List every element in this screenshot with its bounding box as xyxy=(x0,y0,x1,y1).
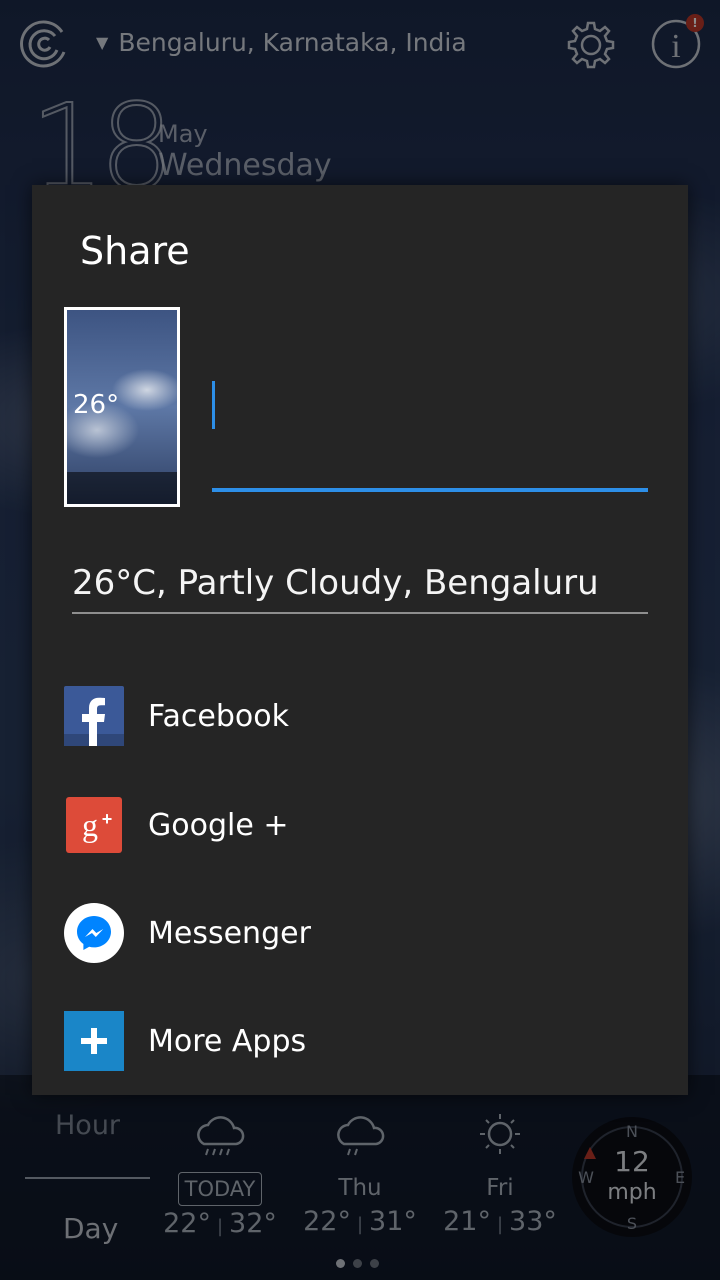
messenger-icon xyxy=(64,903,124,963)
preview-temperature: 26° xyxy=(73,390,120,420)
share-option-label: Google + xyxy=(148,807,289,843)
share-option-google-plus[interactable]: g + Google + xyxy=(64,794,654,856)
share-option-facebook[interactable]: Facebook xyxy=(64,685,654,747)
screenshot-preview[interactable]: 26° xyxy=(64,307,180,507)
share-option-more-apps[interactable]: More Apps xyxy=(64,1010,654,1072)
text-cursor xyxy=(212,381,215,429)
caption-underline xyxy=(72,612,648,614)
share-option-label: More Apps xyxy=(148,1023,307,1059)
share-option-label: Messenger xyxy=(148,915,311,951)
plus-icon xyxy=(64,1011,124,1071)
share-option-messenger[interactable]: Messenger xyxy=(64,902,654,964)
caption-field[interactable]: 26°C, Partly Cloudy, Bengaluru xyxy=(72,563,599,603)
google-plus-icon: g + xyxy=(66,797,122,853)
share-option-label: Facebook xyxy=(148,698,289,734)
facebook-icon xyxy=(64,686,124,746)
share-dialog: Share 26° 26°C, Partly Cloudy, Bengaluru… xyxy=(32,185,688,1095)
svg-text:g: g xyxy=(82,807,98,843)
svg-text:+: + xyxy=(102,809,113,829)
dialog-title: Share xyxy=(80,229,190,273)
message-input[interactable] xyxy=(212,488,648,492)
preview-forecast-bar xyxy=(67,472,177,504)
